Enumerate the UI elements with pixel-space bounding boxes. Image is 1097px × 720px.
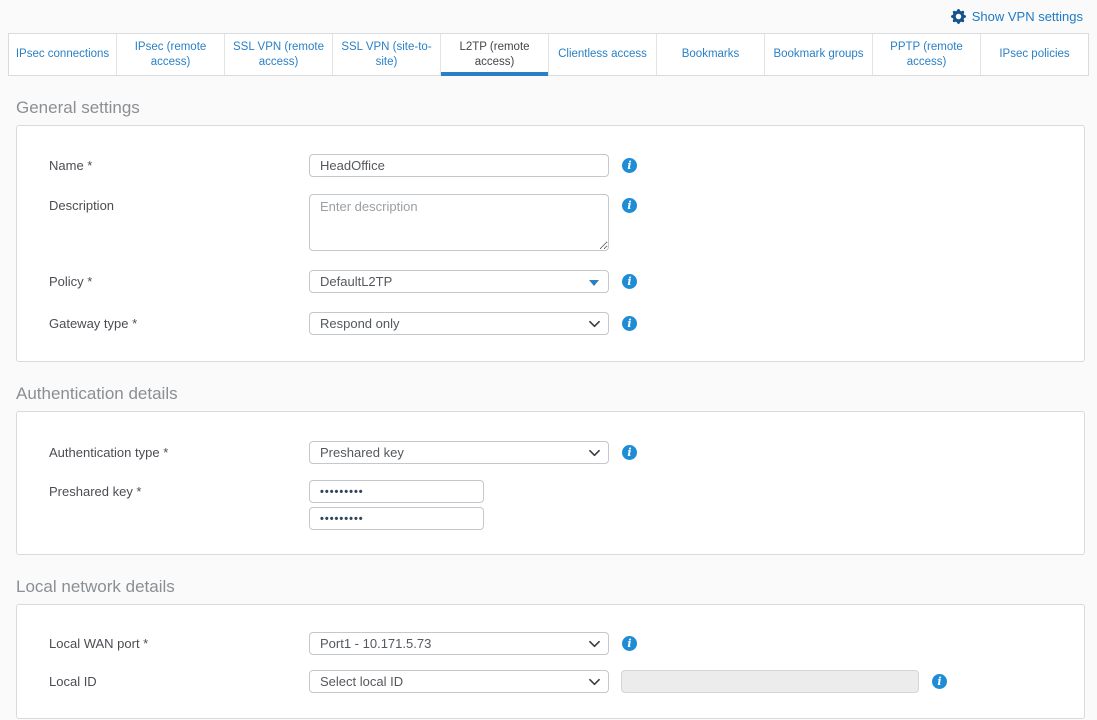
tab-label: SSL VPN (remote access) <box>231 40 326 70</box>
local-id-custom-input <box>621 670 919 693</box>
local-id-select[interactable]: Select local ID <box>309 670 609 693</box>
vpn-settings-page: Show VPN settings IPsec connections IPse… <box>0 0 1097 720</box>
show-vpn-settings-button[interactable]: Show VPN settings <box>951 9 1083 24</box>
preshared-key-input[interactable] <box>309 480 484 503</box>
description-label: Description <box>49 194 309 217</box>
tab-bookmarks[interactable]: Bookmarks <box>656 34 764 75</box>
info-icon[interactable]: i <box>622 274 637 289</box>
preshared-key-confirm-input[interactable] <box>309 507 484 530</box>
tab-label: IPsec connections <box>16 47 109 62</box>
tab-ipsec-policies[interactable]: IPsec policies <box>980 34 1088 75</box>
local-id-label: Local ID <box>49 670 309 693</box>
tab-label: IPsec (remote access) <box>123 40 218 70</box>
tab-label: Bookmark groups <box>773 47 863 62</box>
info-icon[interactable]: i <box>622 316 637 331</box>
tab-pptp-remote-access[interactable]: PPTP (remote access) <box>872 34 980 75</box>
tab-bookmark-groups[interactable]: Bookmark groups <box>764 34 872 75</box>
auth-type-row: Authentication type * Preshared key i <box>49 441 1064 464</box>
gateway-type-value: Respond only <box>320 316 400 331</box>
tab-ssl-vpn-remote-access[interactable]: SSL VPN (remote access) <box>224 34 332 75</box>
general-settings-title: General settings <box>16 98 1097 118</box>
authentication-details-box: Authentication type * Preshared key i Pr… <box>16 411 1085 555</box>
chevron-down-icon <box>589 449 600 457</box>
tab-label: IPsec policies <box>999 47 1069 62</box>
tab-label: Clientless access <box>558 47 647 62</box>
policy-row: Policy * DefaultL2TP i <box>49 270 1064 293</box>
auth-type-value: Preshared key <box>320 445 404 460</box>
description-textarea[interactable] <box>309 194 609 251</box>
authentication-details-title: Authentication details <box>16 384 1097 404</box>
local-network-details-box: Local WAN port * Port1 - 10.171.5.73 i L… <box>16 604 1085 719</box>
local-wan-port-row: Local WAN port * Port1 - 10.171.5.73 i <box>49 632 1064 655</box>
tab-label: PPTP (remote access) <box>879 40 974 70</box>
gear-icon <box>951 9 966 24</box>
active-tab-indicator <box>441 72 548 76</box>
tab-label: L2TP (remote access) <box>447 40 542 70</box>
tab-label: SSL VPN (site-to-site) <box>339 40 434 70</box>
name-label: Name * <box>49 154 309 177</box>
info-icon[interactable]: i <box>622 198 637 213</box>
general-settings-box: Name * i Description i Policy * DefaultL… <box>16 125 1085 362</box>
description-row: Description i <box>49 194 1064 251</box>
chevron-down-icon <box>589 640 600 648</box>
preshared-key-row: Preshared key * <box>49 480 1064 530</box>
local-wan-port-select[interactable]: Port1 - 10.171.5.73 <box>309 632 609 655</box>
tab-label: Bookmarks <box>682 47 740 62</box>
local-wan-port-label: Local WAN port * <box>49 632 309 655</box>
local-id-value: Select local ID <box>320 674 403 689</box>
show-vpn-settings-label: Show VPN settings <box>972 9 1083 24</box>
caret-down-icon <box>589 280 599 286</box>
gateway-type-row: Gateway type * Respond only i <box>49 312 1064 335</box>
auth-type-select[interactable]: Preshared key <box>309 441 609 464</box>
gateway-type-select[interactable]: Respond only <box>309 312 609 335</box>
policy-dropdown[interactable]: DefaultL2TP <box>309 270 609 293</box>
name-input[interactable] <box>309 154 609 177</box>
tab-clientless-access[interactable]: Clientless access <box>548 34 656 75</box>
policy-dropdown-value: DefaultL2TP <box>320 274 392 289</box>
chevron-down-icon <box>589 678 600 686</box>
local-wan-port-value: Port1 - 10.171.5.73 <box>320 636 431 651</box>
info-icon[interactable]: i <box>622 158 637 173</box>
info-icon[interactable]: i <box>622 445 637 460</box>
page-header: Show VPN settings <box>0 0 1097 33</box>
tab-ssl-vpn-site-to-site[interactable]: SSL VPN (site-to-site) <box>332 34 440 75</box>
vpn-tabbar: IPsec connections IPsec (remote access) … <box>8 33 1089 76</box>
info-icon[interactable]: i <box>932 674 947 689</box>
tab-ipsec-connections[interactable]: IPsec connections <box>9 34 116 75</box>
chevron-down-icon <box>589 320 600 328</box>
local-id-row: Local ID Select local ID i <box>49 670 1064 693</box>
info-icon[interactable]: i <box>622 636 637 651</box>
name-row: Name * i <box>49 154 1064 177</box>
tab-l2tp-remote-access[interactable]: L2TP (remote access) <box>440 34 548 75</box>
local-network-details-title: Local network details <box>16 577 1097 597</box>
gateway-type-label: Gateway type * <box>49 312 309 335</box>
tab-ipsec-remote-access[interactable]: IPsec (remote access) <box>116 34 224 75</box>
auth-type-label: Authentication type * <box>49 441 309 464</box>
policy-label: Policy * <box>49 270 309 293</box>
preshared-key-label: Preshared key * <box>49 480 309 503</box>
